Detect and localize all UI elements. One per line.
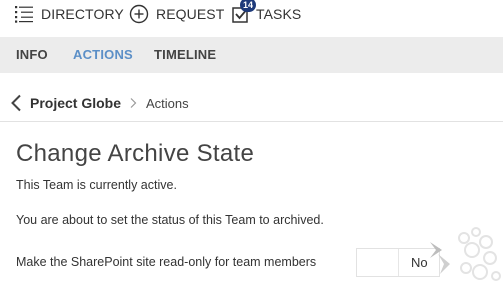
chevron-left-icon[interactable] [10,94,22,117]
tab-timeline[interactable]: TIMELINE [154,47,216,62]
readonly-label: Make the SharePoint site read-only for t… [16,255,317,269]
toggle-state-label: No [411,255,428,270]
breadcrumb-current: Actions [146,96,189,111]
page-title: Change Archive State [16,140,255,167]
tab-info[interactable]: INFO [16,47,48,62]
tab-bar: INFO ACTIONS TIMELINE [0,37,503,73]
request-nav[interactable]: REQUEST [129,4,224,24]
toggle-knob [357,249,399,276]
list-icon [14,5,34,23]
tasks-count-badge: 14 [240,0,256,12]
archive-info-text: You are about to set the status of this … [16,213,324,227]
directory-nav[interactable]: DIRECTORY [14,4,124,24]
breadcrumb-project-link[interactable]: Project Globe [30,95,121,111]
team-status-text: This Team is currently active. [16,178,177,192]
tab-actions[interactable]: ACTIONS [73,47,133,62]
directory-label: DIRECTORY [41,6,124,22]
tasks-label: TASKS [256,6,302,22]
plus-circle-icon [129,4,149,24]
request-label: REQUEST [156,6,225,22]
divider [0,121,503,122]
watermark-logo-icon [428,224,503,299]
top-navigation: DIRECTORY REQUEST TASKS 14 [0,0,503,37]
breadcrumb: Project Globe Actions [0,86,503,120]
chevron-right-icon [129,96,137,114]
